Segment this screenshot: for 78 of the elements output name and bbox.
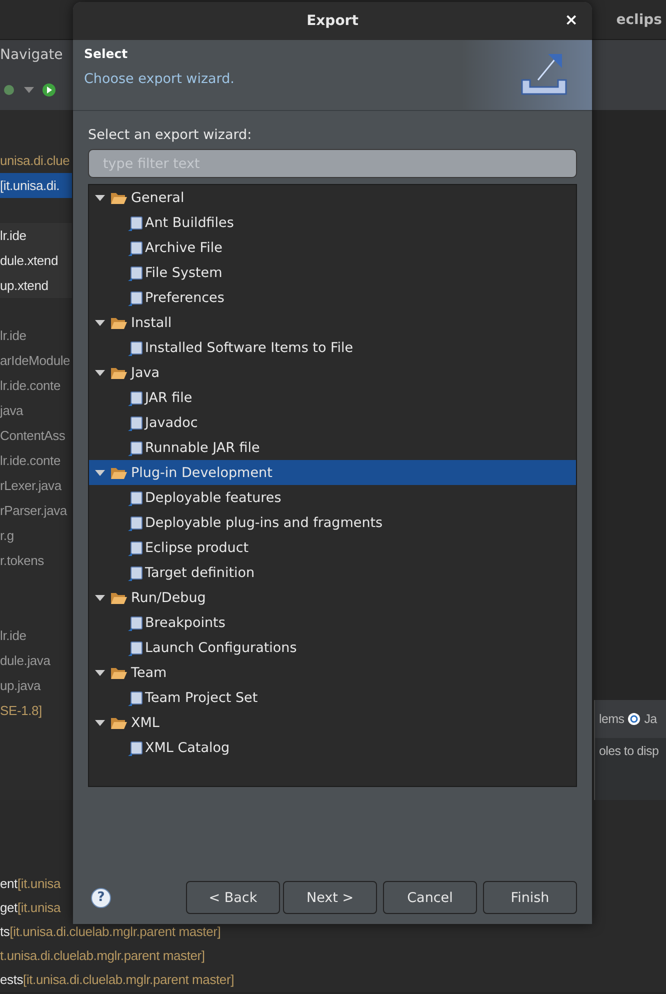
tree-item[interactable]: Eclipse product xyxy=(89,535,576,560)
expander-icon[interactable] xyxy=(95,592,105,602)
close-button[interactable]: × xyxy=(560,11,582,29)
tree-item[interactable]: XML Catalog xyxy=(89,735,576,760)
dialog-title: Export xyxy=(306,13,358,29)
panel-message: oles to disp xyxy=(598,743,660,758)
tree-item[interactable]: Javadoc xyxy=(89,410,576,435)
tree-item[interactable]: Installed Software Items to File xyxy=(89,335,576,360)
tree-item[interactable]: Plug-in Development xyxy=(89,460,576,485)
explorer-item[interactable]: up.java xyxy=(0,673,72,698)
tree-item[interactable]: Breakpoints xyxy=(89,610,576,635)
expander-icon[interactable] xyxy=(95,668,105,678)
tree-item[interactable]: Launch Configurations xyxy=(89,635,576,660)
wizard-button[interactable]: Next > xyxy=(283,881,377,914)
expander-icon[interactable] xyxy=(95,718,105,728)
explorer-item[interactable]: java xyxy=(0,398,72,423)
tree-item[interactable]: Deployable plug-ins and fragments xyxy=(89,510,576,535)
folder-icon xyxy=(111,190,127,204)
view-tab[interactable]: Ja xyxy=(644,712,657,726)
explorer-item[interactable]: unisa.di.clue xyxy=(0,148,72,173)
console-line: ent[it.unisa xyxy=(0,875,60,893)
explorer-item[interactable]: ContentAss xyxy=(0,423,72,448)
explorer-item[interactable]: dule.xtend xyxy=(0,248,72,273)
wizard-button[interactable]: < Back xyxy=(186,881,280,914)
tree-item[interactable]: General xyxy=(89,185,576,210)
folder-icon xyxy=(111,466,127,480)
expander-icon[interactable] xyxy=(95,368,105,378)
tree-item[interactable]: Run/Debug xyxy=(89,585,576,610)
explorer-item[interactable]: [it.unisa.di. xyxy=(0,173,72,198)
explorer-item[interactable]: arIdeModule xyxy=(0,348,72,373)
run-icon[interactable] xyxy=(42,83,56,97)
help-button[interactable]: ? xyxy=(91,888,111,908)
explorer-item[interactable]: rLexer.java xyxy=(0,473,72,498)
explorer-item[interactable]: lr.ide.conte xyxy=(0,448,72,473)
console-line: ests[it.unisa.di.cluelab.mglr.parent master] xyxy=(0,971,234,989)
wizard-button[interactable]: Finish xyxy=(483,881,577,914)
tree-item[interactable]: File System xyxy=(89,260,576,285)
tree-item[interactable]: Preferences xyxy=(89,285,576,310)
page-title: Select xyxy=(84,46,129,61)
tree-item[interactable]: Archive File xyxy=(89,235,576,260)
menu-item[interactable]: Navigate xyxy=(0,47,63,63)
view-tab[interactable]: lems xyxy=(599,712,624,726)
tree-item[interactable]: Target definition xyxy=(89,560,576,585)
dropdown-icon[interactable] xyxy=(24,87,34,93)
explorer-item[interactable]: r.g xyxy=(0,523,72,548)
explorer-item[interactable]: rParser.java xyxy=(0,498,72,523)
expander-icon[interactable] xyxy=(95,318,105,328)
wizard-button[interactable]: Cancel xyxy=(383,881,477,914)
explorer-item[interactable]: r.tokens xyxy=(0,548,72,573)
console-line: t.unisa.di.cluelab.mglr.parent master] xyxy=(0,947,205,965)
page-description: Choose export wizard. xyxy=(84,71,234,87)
tree-item[interactable]: Java xyxy=(89,360,576,385)
tree-item[interactable]: XML xyxy=(89,710,576,735)
explorer-item[interactable]: up.xtend xyxy=(0,273,72,298)
folder-icon xyxy=(111,716,127,730)
tree-item[interactable]: Team Project Set xyxy=(89,685,576,710)
folder-icon xyxy=(111,316,127,330)
tree-item[interactable]: Deployable features xyxy=(89,485,576,510)
expander-icon[interactable] xyxy=(95,468,105,478)
filter-label: Select an export wizard: xyxy=(88,127,253,143)
tree-item[interactable]: JAR file xyxy=(89,385,576,410)
explorer-item[interactable]: dule.java xyxy=(0,648,72,673)
tree-item[interactable]: Team xyxy=(89,660,576,685)
explorer-item[interactable]: lr.ide xyxy=(0,623,72,648)
tree-item[interactable]: Runnable JAR file xyxy=(89,435,576,460)
console-line: ts[it.unisa.di.cluelab.mglr.parent master] xyxy=(0,923,221,941)
folder-icon xyxy=(111,590,127,604)
explorer-item[interactable]: lr.ide xyxy=(0,223,72,248)
tree-item[interactable]: Install xyxy=(89,310,576,335)
tree-item[interactable]: Ant Buildfiles xyxy=(89,210,576,235)
explorer-item[interactable]: lr.ide xyxy=(0,323,72,348)
window-title: eclips xyxy=(616,12,662,28)
console-line: get[it.unisa xyxy=(0,899,60,917)
explorer-item[interactable]: SE-1.8] xyxy=(0,698,72,723)
explorer-item[interactable]: lr.ide.conte xyxy=(0,373,72,398)
folder-icon xyxy=(111,666,127,680)
folder-icon xyxy=(111,366,127,380)
expander-icon[interactable] xyxy=(95,192,105,202)
